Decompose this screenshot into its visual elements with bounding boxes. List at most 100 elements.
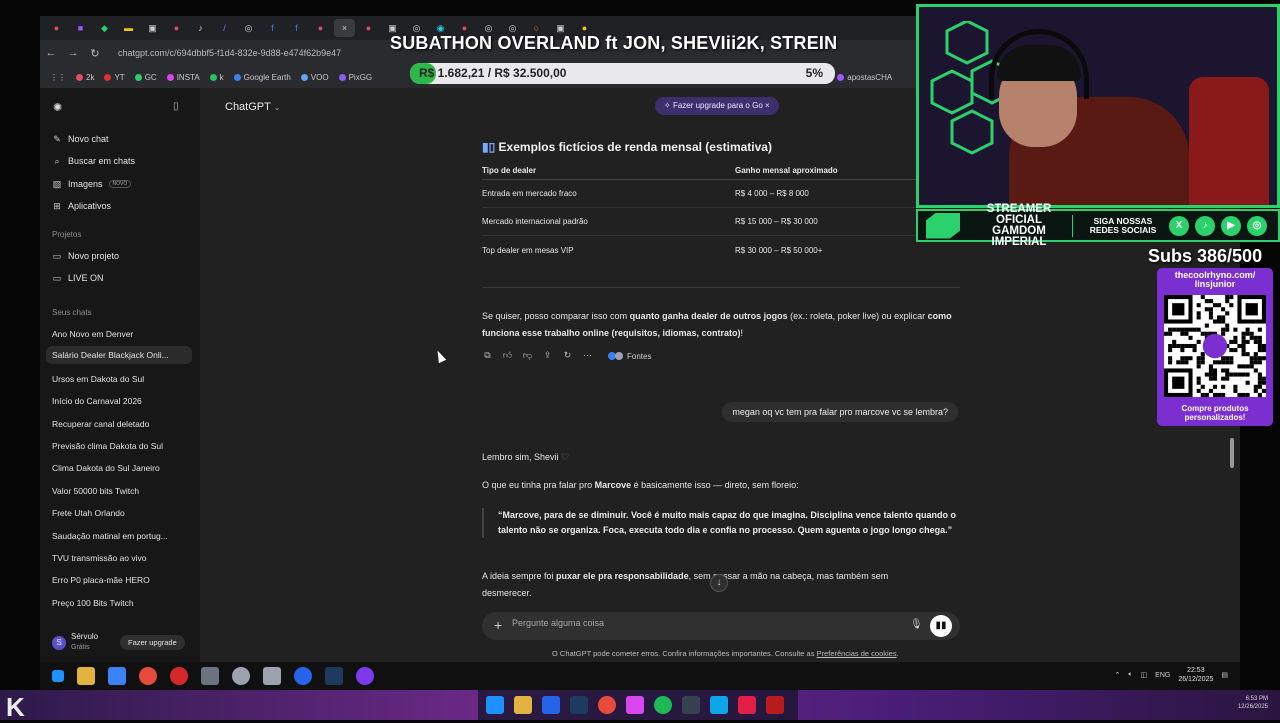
bookmark-item[interactable]: INSTA: [166, 73, 200, 82]
model-selector[interactable]: ChatGPT ⌄: [225, 101, 280, 113]
new-project-button[interactable]: ▭ Novo projeto: [52, 251, 119, 262]
opera-icon[interactable]: [170, 667, 188, 685]
upgrade-go-pill[interactable]: ✧ Fazer upgrade para o Go ×: [655, 97, 779, 115]
scroll-down-icon[interactable]: ↓: [710, 574, 728, 592]
chat-history-item[interactable]: Ano Novo em Denver: [52, 329, 192, 339]
browser-tab[interactable]: f: [262, 19, 283, 37]
browser-tab[interactable]: ♪: [190, 19, 211, 37]
your-chats-section-label: Seus chats: [52, 308, 92, 317]
file-explorer-icon[interactable]: [514, 696, 532, 714]
app-icon[interactable]: [682, 696, 700, 714]
bookmark-item[interactable]: YT: [104, 73, 125, 82]
sidebar-toggle-icon[interactable]: ▯: [173, 101, 179, 112]
browser-tab[interactable]: ◆: [94, 19, 115, 37]
prompt-input[interactable]: [512, 618, 892, 628]
bookmark-item[interactable]: VOO: [300, 73, 329, 82]
chat-history-item[interactable]: Valor 50000 bits Twitch: [52, 486, 192, 496]
openai-logo-icon[interactable]: ✺: [53, 101, 62, 114]
app-icon[interactable]: [738, 696, 756, 714]
obs-icon[interactable]: [356, 667, 374, 685]
browser-tab-active[interactable]: ×: [334, 19, 355, 37]
browser-tab[interactable]: f: [286, 19, 307, 37]
app-icon[interactable]: [232, 667, 250, 685]
search-chats-button[interactable]: ⌕ Buscar em chats: [52, 156, 135, 167]
chrome-icon[interactable]: [598, 696, 616, 714]
apps-button[interactable]: ⊞ Aplicativos: [52, 201, 111, 212]
browser-tab[interactable]: ●: [358, 19, 379, 37]
chrome-icon[interactable]: [139, 667, 157, 685]
notification-icon[interactable]: ▤: [1221, 671, 1228, 679]
sources-button[interactable]: Fontes: [608, 352, 651, 361]
bookmark-item[interactable]: 2k: [76, 73, 94, 82]
apps-grid-icon[interactable]: ⋮⋮: [50, 73, 66, 82]
more-icon[interactable]: ···: [582, 350, 593, 362]
spotify-icon[interactable]: [654, 696, 672, 714]
steam-icon[interactable]: [325, 667, 343, 685]
forward-icon[interactable]: →: [62, 47, 84, 59]
browser-tab[interactable]: ▬: [118, 19, 139, 37]
app-icon[interactable]: [542, 696, 560, 714]
browser-tab[interactable]: ●: [46, 19, 67, 37]
chat-history-item[interactable]: Previsão clima Dakota do Sul: [52, 441, 192, 451]
microphone-icon[interactable]: 🎙︎: [910, 619, 923, 630]
network-icon[interactable]: ◫: [1141, 671, 1148, 679]
thumbs-down-icon[interactable]: 👎︎: [522, 350, 533, 362]
bookmark-item[interactable]: GC: [134, 73, 157, 82]
file-explorer-icon[interactable]: [77, 667, 95, 685]
bookmark-item[interactable]: apostasCHA: [837, 73, 892, 82]
chat-history-item[interactable]: Ursos em Dakota do Sul: [52, 374, 192, 384]
store-icon[interactable]: [108, 667, 126, 685]
bookmark-item[interactable]: k: [209, 73, 224, 82]
browser-tab[interactable]: ◎: [238, 19, 259, 37]
back-icon[interactable]: ←: [40, 47, 62, 59]
image-icon: ▧: [52, 178, 62, 189]
host-clock-time: 6:53 PM: [1245, 696, 1268, 702]
cookie-preferences-link[interactable]: Preferências de cookies: [817, 649, 897, 658]
chat-history-item-selected[interactable]: Salário Dealer Blackjack Onli...: [46, 346, 192, 364]
close-icon[interactable]: ×: [765, 101, 770, 110]
url-field[interactable]: chatgpt.com/c/694dbbf5-f1d4-832e-9d88-e4…: [118, 48, 341, 58]
windows-start-icon[interactable]: [52, 670, 64, 682]
chat-history-item[interactable]: Preço 100 Bits Twitch: [52, 598, 192, 608]
regenerate-icon[interactable]: ↻: [562, 350, 573, 362]
reload-icon[interactable]: ↻: [84, 47, 106, 60]
bookmark-item[interactable]: PixGG: [338, 73, 372, 82]
avatar[interactable]: S: [52, 636, 66, 650]
windows-start-icon[interactable]: [486, 696, 504, 714]
browser-tab[interactable]: ■: [70, 19, 91, 37]
copy-icon[interactable]: ⧉: [482, 350, 493, 362]
chrome-active-icon[interactable]: [294, 667, 312, 685]
chat-history-item[interactable]: Frete Utah Orlando: [52, 508, 192, 518]
clock[interactable]: 22:53 26/12/2025: [1178, 666, 1213, 684]
heart-icon: ♡: [561, 452, 570, 462]
app-icon[interactable]: [766, 696, 784, 714]
bookmark-item[interactable]: Google Earth: [233, 73, 291, 82]
app-icon[interactable]: [626, 696, 644, 714]
app-icon[interactable]: [263, 667, 281, 685]
chat-history-item[interactable]: Início do Carnaval 2026: [52, 396, 192, 406]
chevron-up-icon[interactable]: ⌃: [1114, 671, 1120, 679]
share-icon[interactable]: ⇪: [542, 350, 553, 362]
speaker-icon[interactable]: 🔈︎: [1128, 671, 1132, 679]
app-icon[interactable]: [710, 696, 728, 714]
project-live-on[interactable]: ▭ LIVE ON: [52, 273, 104, 284]
browser-tab[interactable]: ▣: [142, 19, 163, 37]
browser-tab[interactable]: ●: [166, 19, 187, 37]
scrollbar[interactable]: [1230, 438, 1234, 468]
language-indicator[interactable]: ENG: [1155, 672, 1170, 679]
chat-history-item[interactable]: Saudação matinal em portug...: [52, 531, 192, 541]
browser-tab[interactable]: /: [214, 19, 235, 37]
chat-history-item[interactable]: Recuperar canal deletado: [52, 419, 192, 429]
chat-history-item[interactable]: Erro P0 placa-mãe HERO: [52, 575, 192, 585]
new-chat-button[interactable]: ✎ Novo chat: [52, 134, 108, 145]
steam-icon[interactable]: [570, 696, 588, 714]
browser-tab[interactable]: ●: [310, 19, 331, 37]
upgrade-button[interactable]: Fazer upgrade: [120, 635, 185, 650]
voice-mode-icon[interactable]: ▮▮: [930, 615, 952, 637]
chat-history-item[interactable]: TVU transmissão ao vivo: [52, 553, 192, 563]
app-icon[interactable]: [201, 667, 219, 685]
thumbs-up-icon[interactable]: 👍︎: [502, 350, 513, 362]
chat-history-item[interactable]: Clima Dakota do Sul Janeiro: [52, 463, 192, 473]
images-button[interactable]: ▧ Imagens NOVO: [52, 178, 132, 189]
plus-icon[interactable]: +: [494, 617, 502, 633]
